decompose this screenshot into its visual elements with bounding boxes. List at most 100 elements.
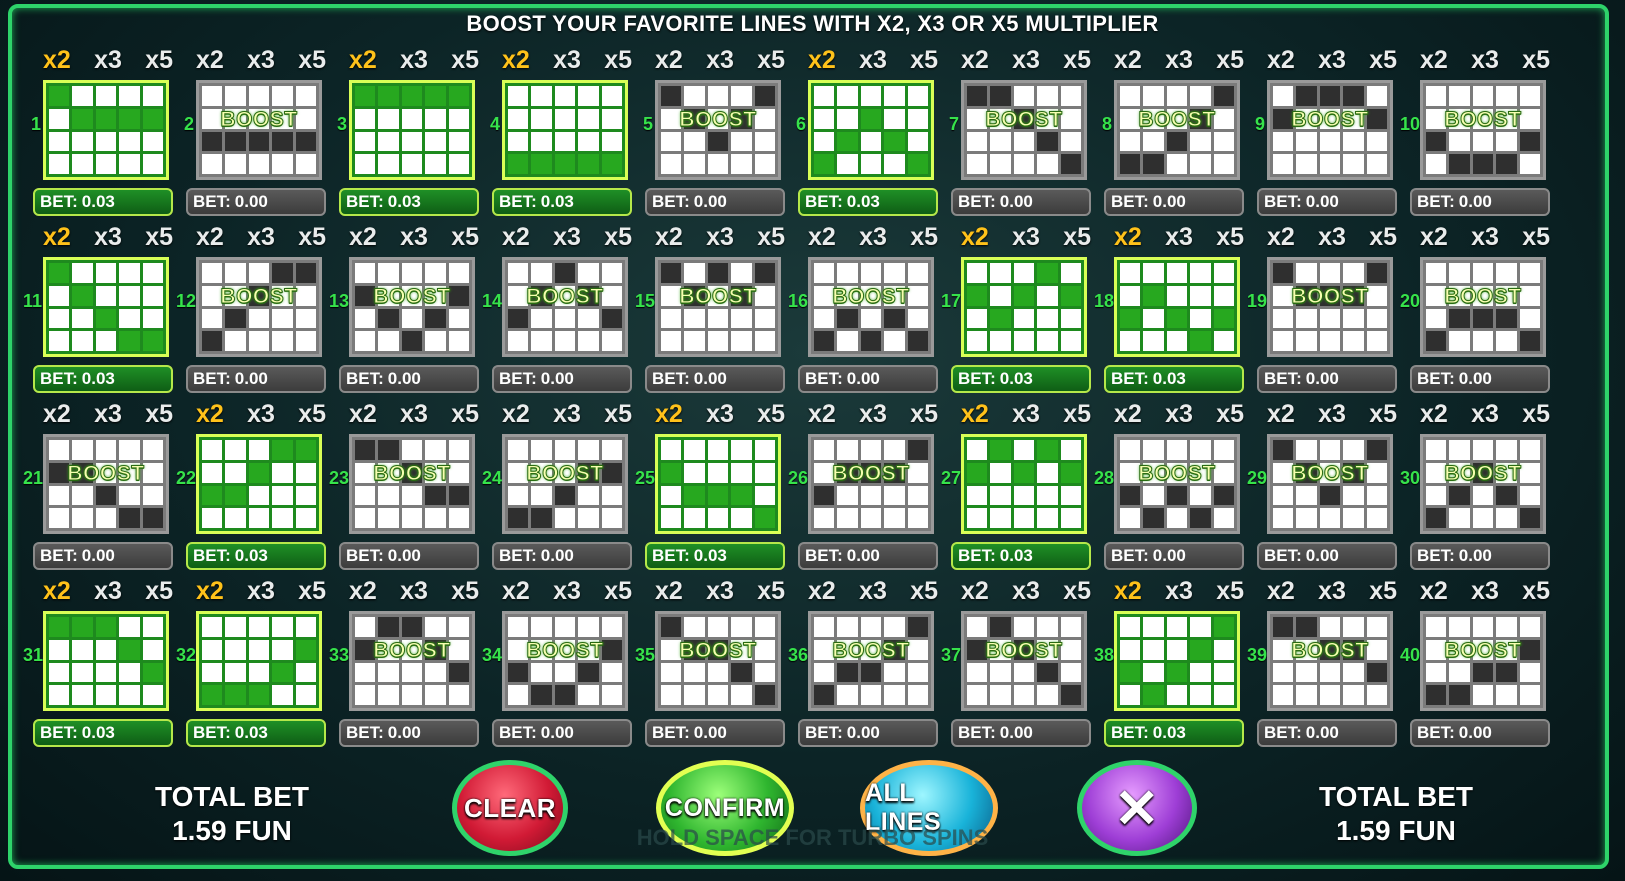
multiplier-x2-option[interactable]: x2 [1267,46,1295,75]
multiplier-x3-option[interactable]: x3 [400,46,428,75]
multiplier-x3-option[interactable]: x3 [247,46,275,75]
multiplier-x3-option[interactable]: x3 [1318,223,1346,252]
payline-tile[interactable]: x2 x3 x5 20 BOOST BET: 0.00 [1400,223,1568,393]
payline-tile[interactable]: x2 x3 x5 17 BET: 0.03 [941,223,1109,393]
payline-tile[interactable]: x2 x3 x5 4 BET: 0.03 [490,46,650,216]
payline-tile[interactable]: x2 x3 x5 2 BOOST BET: 0.00 [184,46,344,216]
multiplier-x3-option[interactable]: x3 [859,400,887,429]
multiplier-x3-option[interactable]: x3 [1012,400,1040,429]
payline-tile[interactable]: x2 x3 x5 24 BOOST BET: 0.00 [482,400,650,570]
payline-tile[interactable]: x2 x3 x5 32 BET: 0.03 [176,577,344,747]
multiplier-x2-option[interactable]: x2 [1114,46,1142,75]
multiplier-x5-option[interactable]: x5 [145,400,173,429]
multiplier-x3-option[interactable]: x3 [553,46,581,75]
multiplier-x3-option[interactable]: x3 [553,577,581,606]
multiplier-x2-option[interactable]: x2 [1267,400,1295,429]
multiplier-x3-option[interactable]: x3 [400,400,428,429]
multiplier-x5-option[interactable]: x5 [604,400,632,429]
multiplier-x2-option[interactable]: x2 [1267,223,1295,252]
multiplier-x3-option[interactable]: x3 [1471,46,1499,75]
payline-tile[interactable]: x2 x3 x5 9 BOOST BET: 0.00 [1255,46,1415,216]
multiplier-x3-option[interactable]: x3 [706,46,734,75]
multiplier-x5-option[interactable]: x5 [1369,400,1397,429]
multiplier-x5-option[interactable]: x5 [1063,46,1091,75]
multiplier-x5-option[interactable]: x5 [604,46,632,75]
multiplier-x5-option[interactable]: x5 [1063,400,1091,429]
multiplier-x2-option[interactable]: x2 [502,46,530,75]
multiplier-x2-option[interactable]: x2 [196,400,224,429]
multiplier-x5-option[interactable]: x5 [1522,400,1550,429]
multiplier-x2-option[interactable]: x2 [1114,577,1142,606]
payline-tile[interactable]: x2 x3 x5 38 BET: 0.03 [1094,577,1262,747]
multiplier-x5-option[interactable]: x5 [145,46,173,75]
multiplier-x5-option[interactable]: x5 [145,577,173,606]
multiplier-x5-option[interactable]: x5 [1216,223,1244,252]
payline-tile[interactable]: x2 x3 x5 33 BOOST BET: 0.00 [329,577,497,747]
multiplier-x2-option[interactable]: x2 [1267,577,1295,606]
multiplier-x2-option[interactable]: x2 [502,400,530,429]
multiplier-x5-option[interactable]: x5 [298,400,326,429]
multiplier-x5-option[interactable]: x5 [910,46,938,75]
multiplier-x5-option[interactable]: x5 [604,223,632,252]
multiplier-x3-option[interactable]: x3 [94,577,122,606]
multiplier-x2-option[interactable]: x2 [196,223,224,252]
multiplier-x2-option[interactable]: x2 [196,577,224,606]
multiplier-x5-option[interactable]: x5 [757,46,785,75]
payline-tile[interactable]: x2 x3 x5 19 BOOST BET: 0.00 [1247,223,1415,393]
multiplier-x2-option[interactable]: x2 [961,46,989,75]
multiplier-x5-option[interactable]: x5 [1369,577,1397,606]
multiplier-x3-option[interactable]: x3 [1471,400,1499,429]
multiplier-x2-option[interactable]: x2 [43,46,71,75]
multiplier-x5-option[interactable]: x5 [910,223,938,252]
multiplier-x2-option[interactable]: x2 [502,223,530,252]
multiplier-x3-option[interactable]: x3 [1165,400,1193,429]
payline-tile[interactable]: x2 x3 x5 22 BET: 0.03 [176,400,344,570]
multiplier-x2-option[interactable]: x2 [349,577,377,606]
multiplier-x2-option[interactable]: x2 [502,577,530,606]
multiplier-x3-option[interactable]: x3 [1012,223,1040,252]
multiplier-x3-option[interactable]: x3 [1012,46,1040,75]
multiplier-x5-option[interactable]: x5 [604,577,632,606]
payline-tile[interactable]: x2 x3 x5 40 BOOST BET: 0.00 [1400,577,1568,747]
payline-tile[interactable]: x2 x3 x5 1 BET: 0.03 [31,46,191,216]
payline-tile[interactable]: x2 x3 x5 16 BOOST BET: 0.00 [788,223,956,393]
multiplier-x3-option[interactable]: x3 [1318,400,1346,429]
multiplier-x5-option[interactable]: x5 [298,46,326,75]
payline-tile[interactable]: x2 x3 x5 13 BOOST BET: 0.00 [329,223,497,393]
payline-tile[interactable]: x2 x3 x5 25 BET: 0.03 [635,400,803,570]
multiplier-x2-option[interactable]: x2 [655,46,683,75]
multiplier-x5-option[interactable]: x5 [757,400,785,429]
multiplier-x2-option[interactable]: x2 [349,400,377,429]
multiplier-x3-option[interactable]: x3 [94,400,122,429]
payline-tile[interactable]: x2 x3 x5 11 BET: 0.03 [23,223,191,393]
multiplier-x3-option[interactable]: x3 [859,46,887,75]
multiplier-x3-option[interactable]: x3 [1012,577,1040,606]
multiplier-x5-option[interactable]: x5 [910,577,938,606]
multiplier-x2-option[interactable]: x2 [655,400,683,429]
multiplier-x2-option[interactable]: x2 [961,223,989,252]
multiplier-x3-option[interactable]: x3 [247,577,275,606]
multiplier-x5-option[interactable]: x5 [1369,223,1397,252]
multiplier-x2-option[interactable]: x2 [961,577,989,606]
payline-tile[interactable]: x2 x3 x5 31 BET: 0.03 [23,577,191,747]
multiplier-x5-option[interactable]: x5 [145,223,173,252]
multiplier-x5-option[interactable]: x5 [451,577,479,606]
multiplier-x2-option[interactable]: x2 [961,400,989,429]
multiplier-x5-option[interactable]: x5 [1369,46,1397,75]
multiplier-x2-option[interactable]: x2 [1114,223,1142,252]
multiplier-x3-option[interactable]: x3 [706,223,734,252]
payline-tile[interactable]: x2 x3 x5 30 BOOST BET: 0.00 [1400,400,1568,570]
payline-tile[interactable]: x2 x3 x5 37 BOOST BET: 0.00 [941,577,1109,747]
multiplier-x5-option[interactable]: x5 [1063,223,1091,252]
multiplier-x5-option[interactable]: x5 [298,577,326,606]
payline-tile[interactable]: x2 x3 x5 7 BOOST BET: 0.00 [949,46,1109,216]
multiplier-x2-option[interactable]: x2 [808,577,836,606]
multiplier-x3-option[interactable]: x3 [859,577,887,606]
multiplier-x5-option[interactable]: x5 [451,223,479,252]
multiplier-x2-option[interactable]: x2 [43,400,71,429]
multiplier-x3-option[interactable]: x3 [553,400,581,429]
payline-tile[interactable]: x2 x3 x5 10 BOOST BET: 0.00 [1400,46,1568,216]
multiplier-x3-option[interactable]: x3 [553,223,581,252]
multiplier-x2-option[interactable]: x2 [808,223,836,252]
multiplier-x5-option[interactable]: x5 [757,223,785,252]
